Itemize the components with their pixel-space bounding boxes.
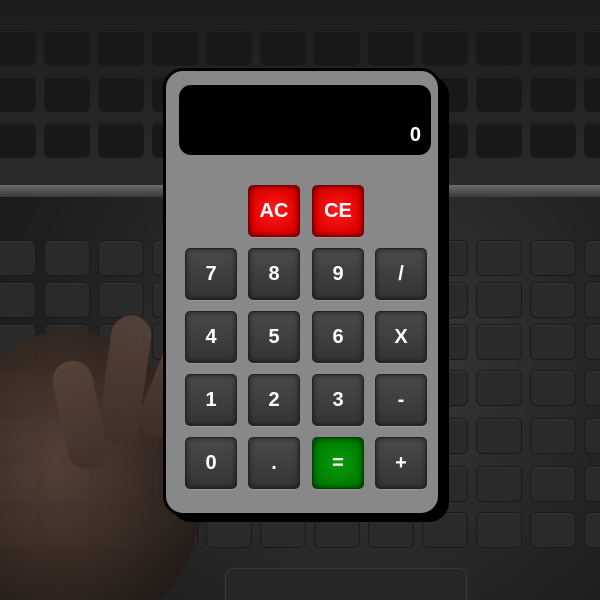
digit-8-button[interactable]: 8	[248, 248, 300, 300]
divide-button[interactable]: /	[375, 248, 427, 300]
digit-4-button[interactable]: 4	[185, 311, 237, 363]
display-value: 0	[409, 124, 421, 146]
clear-entry-button[interactable]: CE	[312, 185, 364, 237]
background-key-row	[0, 30, 600, 66]
digit-7-button[interactable]: 7	[185, 248, 237, 300]
digit-9-button[interactable]: 9	[312, 248, 364, 300]
multiply-button[interactable]: X	[375, 311, 427, 363]
digit-1-button[interactable]: 1	[185, 374, 237, 426]
digit-0-button[interactable]: 0	[185, 437, 237, 489]
digit-3-button[interactable]: 3	[312, 374, 364, 426]
digit-6-button[interactable]: 6	[312, 311, 364, 363]
subtract-button[interactable]: -	[375, 374, 427, 426]
calculator: 0 AC CE 7 8 9 / 4 5 6 X 1 2 3 - 0 . = +	[163, 68, 441, 516]
digit-2-button[interactable]: 2	[248, 374, 300, 426]
digit-5-button[interactable]: 5	[248, 311, 300, 363]
decimal-button[interactable]: .	[248, 437, 300, 489]
equals-button[interactable]: =	[312, 437, 364, 489]
add-button[interactable]: +	[375, 437, 427, 489]
all-clear-button[interactable]: AC	[248, 185, 300, 237]
calculator-display: 0	[179, 85, 431, 155]
background-trackpad	[225, 568, 467, 600]
